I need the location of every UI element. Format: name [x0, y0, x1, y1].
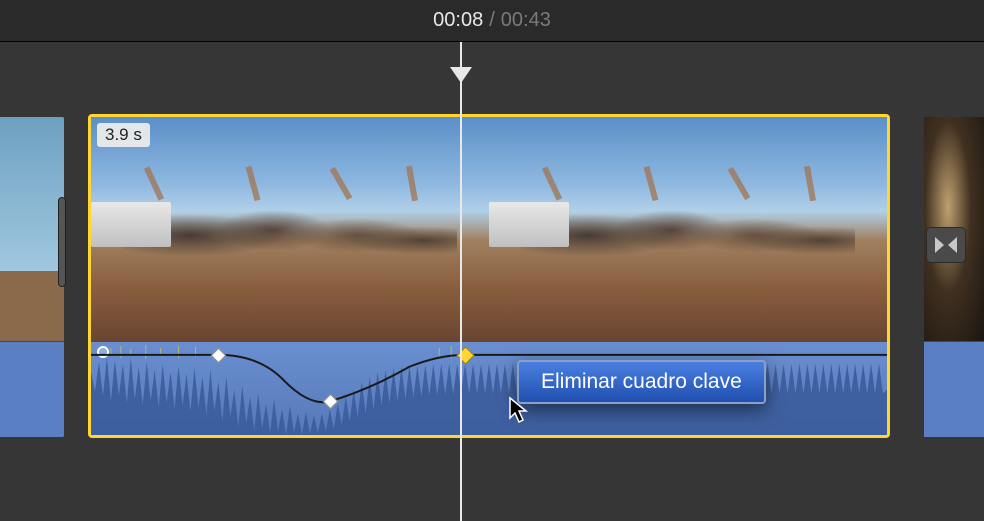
previous-clip-audio[interactable] [0, 341, 64, 437]
playhead-handle-icon[interactable] [450, 67, 472, 83]
timecode-total: 00:43 [501, 9, 551, 32]
context-menu: Eliminar cuadro clave [517, 360, 766, 404]
audio-waveform [91, 342, 887, 437]
timecode-separator: / [489, 9, 495, 32]
clip-thumbnails [91, 117, 887, 341]
clip-duration-badge: 3.9 s [97, 123, 150, 147]
timecode-current: 00:08 [433, 9, 483, 32]
context-menu-item-delete-keyframe[interactable]: Eliminar cuadro clave [519, 362, 764, 402]
previous-clip[interactable] [0, 117, 64, 437]
timeline[interactable]: 3.9 s [0, 42, 984, 521]
playhead[interactable] [460, 42, 462, 521]
cursor-pointer-icon [507, 396, 531, 424]
scroll-handle[interactable] [58, 197, 66, 287]
transition-icon [933, 235, 959, 255]
next-clip-audio[interactable] [924, 341, 984, 437]
transition-button[interactable] [926, 227, 966, 263]
selected-clip[interactable]: 3.9 s [88, 114, 890, 438]
clip-thumbnail [489, 117, 887, 341]
timecode-bar: 00:08 / 00:43 [0, 0, 984, 42]
clip-thumbnail [91, 117, 489, 341]
audio-track[interactable] [91, 341, 887, 437]
next-clip[interactable] [924, 117, 984, 437]
